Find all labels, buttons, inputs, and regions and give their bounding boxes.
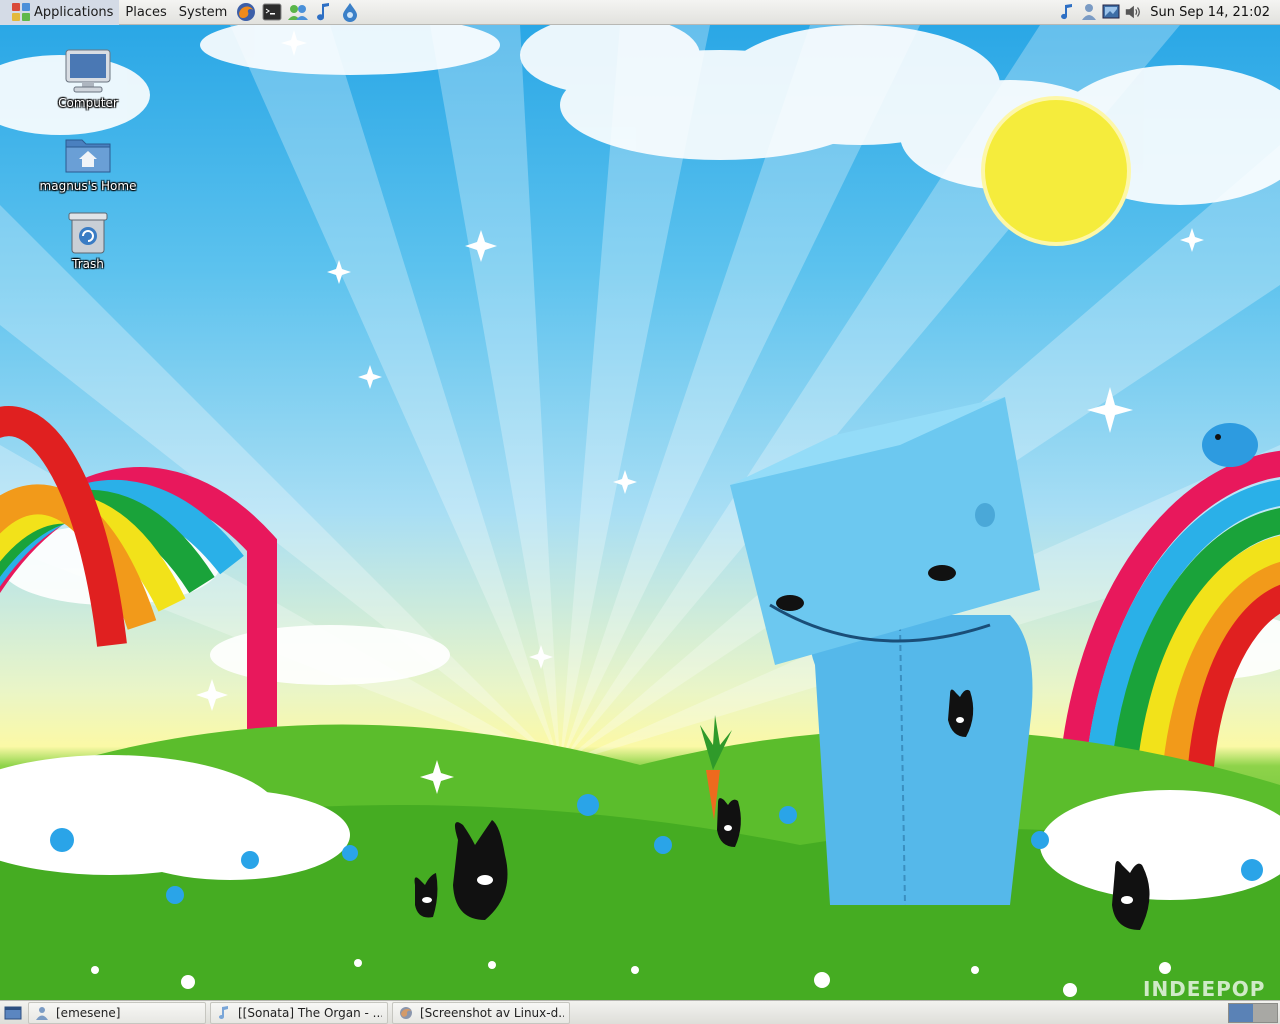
taskbar-sonata-label: [[Sonata] The Organ - ... [238,1005,382,1020]
desktop[interactable]: Computer magnus's Home Trash INDEEPOP [0,25,1280,1000]
computer-label: Computer [58,96,118,110]
bottom-panel: [emesene] [[Sonata] The Organ - ... [Scr… [0,1000,1280,1024]
firefox-icon[interactable] [235,1,257,23]
workspace-switcher [1228,1002,1278,1023]
computer-desktop-icon[interactable]: Computer [38,47,138,110]
computer-icon [62,47,114,95]
taskbar-emesene-label: [emesene] [56,1005,121,1020]
home-folder-icon [62,130,114,178]
places-menu-label: Places [125,4,167,20]
workspace-2[interactable] [1253,1003,1277,1022]
home-desktop-icon[interactable]: magnus's Home [38,130,138,193]
emesene-icon [34,1005,50,1021]
terminal-icon[interactable] [261,1,283,23]
wallpaper-image [0,25,1280,1000]
taskbar-firefox[interactable]: [Screenshot av Linux-d... [392,1001,570,1024]
trash-desktop-icon[interactable]: Trash [38,208,138,271]
music-note-icon[interactable] [1058,3,1076,21]
applications-menu-label: Applications [34,4,114,20]
taskbar-sonata[interactable]: [[Sonata] The Organ - ... [210,1001,388,1024]
wallpaper-watermark: INDEEPOP [1143,977,1266,1000]
sonata-icon [216,1005,232,1021]
trash-icon [62,208,114,256]
workspace-1[interactable] [1229,1003,1253,1022]
sonata-icon[interactable] [313,1,335,23]
trash-label: Trash [72,257,104,271]
system-menu-label: System [178,4,228,20]
network-icon[interactable] [1102,3,1120,21]
home-label: magnus's Home [39,179,137,193]
system-tray: Sun Sep 14, 21:02 [1056,0,1280,25]
taskbar-emesene[interactable]: [emesene] [28,1001,206,1024]
system-menu[interactable]: System [173,0,233,25]
show-desktop-icon [4,1006,22,1019]
show-desktop-button[interactable] [2,1002,24,1024]
places-menu[interactable]: Places [119,0,172,25]
taskbar-firefox-label: [Screenshot av Linux-d... [420,1005,564,1020]
pidgin-drop-icon[interactable] [339,1,361,23]
applications-menu[interactable]: Applications [0,0,120,25]
user-icon[interactable] [1080,3,1098,21]
volume-icon[interactable] [1124,3,1142,21]
emesene-icon[interactable] [287,1,309,23]
top-panel: Applications Places System Sun Sep 14, 2… [0,0,1280,25]
firefox-icon [398,1005,414,1021]
clock[interactable]: Sun Sep 14, 21:02 [1150,5,1270,20]
gnome-menu-icon [12,3,30,21]
